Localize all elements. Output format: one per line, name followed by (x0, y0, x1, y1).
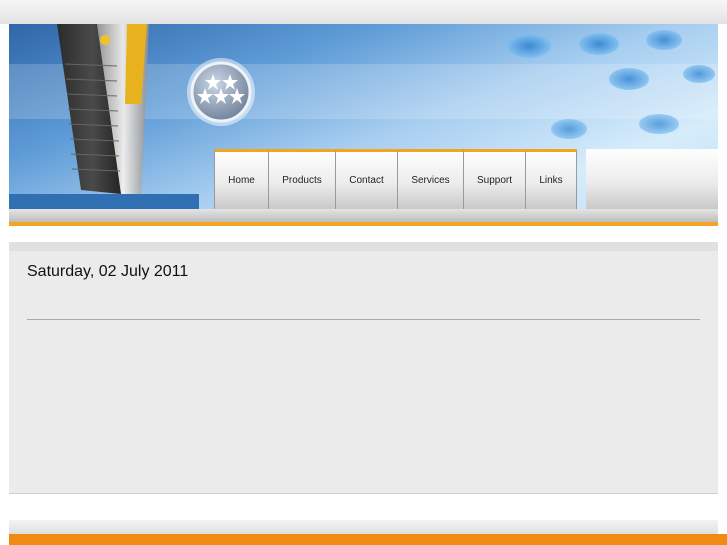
nav-label: Support (476, 175, 513, 186)
nav-item-contact[interactable]: Contact (336, 149, 398, 209)
nav-item-support[interactable]: Support (464, 149, 526, 209)
header-underbar (9, 209, 718, 222)
date-text: Saturday, 02 July 2011 (27, 263, 189, 280)
main-nav: Home Products Contact Services Support L… (214, 149, 577, 209)
nav-item-home[interactable]: Home (214, 149, 269, 209)
top-bar (0, 0, 727, 24)
footer-accent-line (9, 534, 727, 545)
header-banner: Home Products Contact Services Support L… (9, 24, 718, 209)
footer-bar (9, 520, 718, 534)
accent-line (9, 222, 718, 226)
nav-label: Services (411, 175, 450, 186)
nav-label: Contact (349, 175, 384, 186)
nav-fill (586, 149, 718, 209)
nav-label: Home (228, 175, 255, 186)
nav-item-links[interactable]: Links (526, 149, 577, 209)
nav-label: Products (282, 175, 322, 186)
content-topbar (9, 242, 718, 251)
nav-item-services[interactable]: Services (398, 149, 464, 209)
nav-label: Links (539, 175, 563, 186)
main-content: Saturday, 02 July 2011 (9, 251, 718, 494)
content-divider (27, 319, 700, 320)
nav-item-products[interactable]: Products (269, 149, 336, 209)
